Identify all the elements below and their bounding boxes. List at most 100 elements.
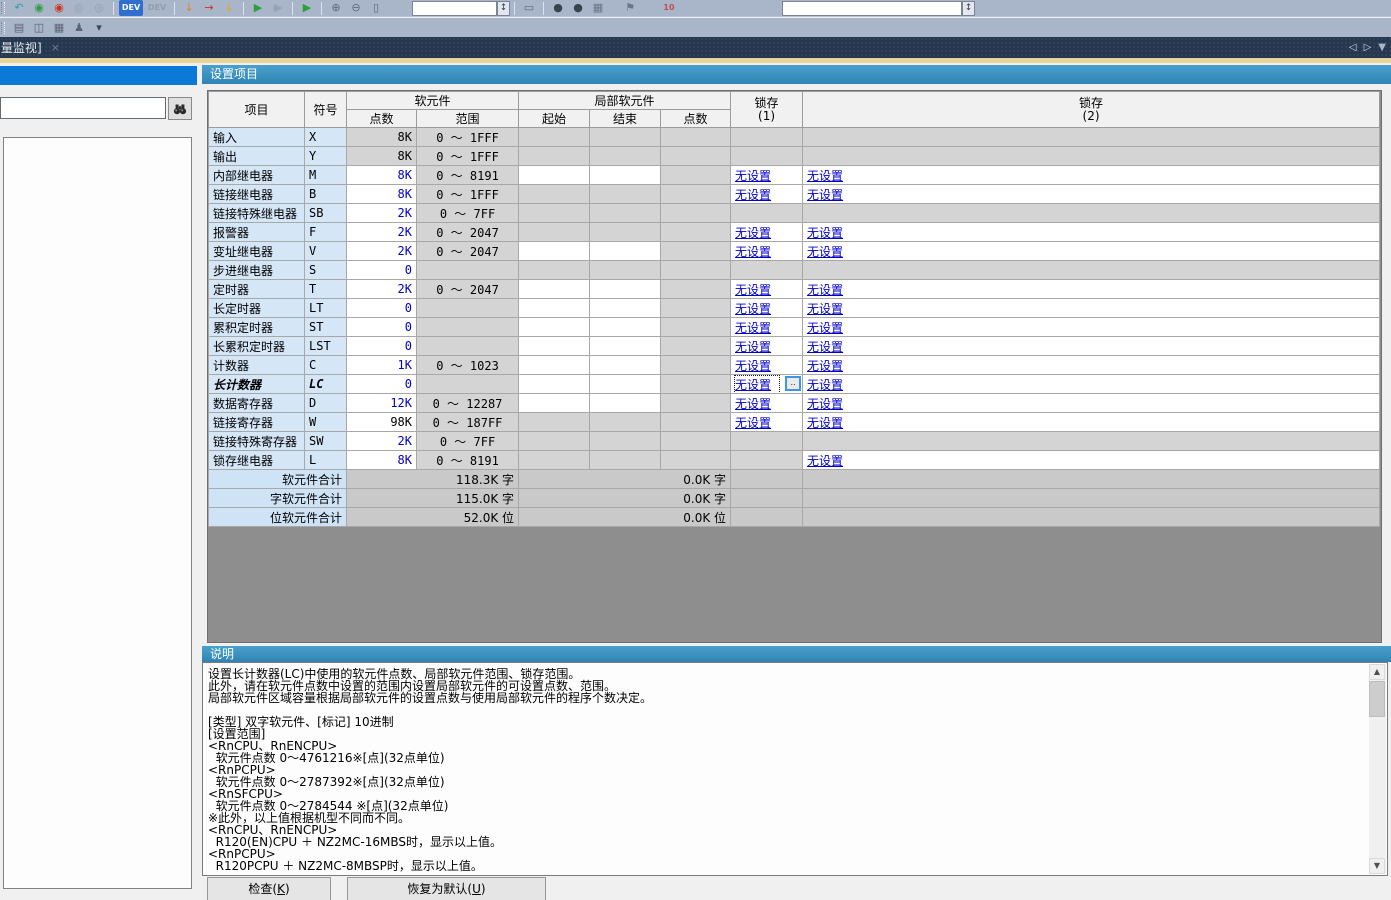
item-cell[interactable]: 变址继电器 xyxy=(209,242,305,261)
scrollbar-up-icon[interactable]: ▲ xyxy=(1369,664,1385,680)
scrollbar-thumb[interactable] xyxy=(1369,681,1385,717)
item-cell[interactable]: 累积定时器 xyxy=(209,318,305,337)
monitor-status-2-icon[interactable]: ● xyxy=(569,0,587,16)
undo-arrow-icon[interactable]: ↶ xyxy=(10,0,28,16)
points-cell[interactable]: 2K xyxy=(347,242,417,261)
latch1-cell[interactable]: 无设置 xyxy=(731,166,803,185)
points-cell[interactable]: 0 xyxy=(347,318,417,337)
comment-grid-icon[interactable]: ▦ xyxy=(589,0,607,16)
toolbar-grip[interactable] xyxy=(1,2,5,14)
latch1-no-setting-link[interactable]: 无设置 xyxy=(735,340,771,354)
local-start-cell[interactable] xyxy=(519,337,590,356)
device-memory-icon[interactable]: ◫ xyxy=(30,20,48,36)
latch1-no-setting-link[interactable]: 无设置 xyxy=(735,188,771,202)
local-start-cell[interactable] xyxy=(519,242,590,261)
points-cell[interactable]: 0 xyxy=(347,375,417,394)
device-label-off-icon[interactable]: DEV xyxy=(145,0,169,16)
points-cell[interactable]: 8K xyxy=(347,166,417,185)
latch2-no-setting-link[interactable]: 无设置 xyxy=(807,340,843,354)
local-start-cell[interactable] xyxy=(519,394,590,413)
local-start-cell[interactable] xyxy=(519,299,590,318)
latch2-no-setting-link[interactable]: 无设置 xyxy=(807,416,843,430)
tab-device-monitor[interactable]: 量监视] xyxy=(1,39,42,56)
points-cell[interactable]: 0 xyxy=(347,261,417,280)
latch2-cell[interactable]: 无设置 xyxy=(803,356,1380,375)
latch2-no-setting-link[interactable]: 无设置 xyxy=(807,378,843,392)
watch-window-icon[interactable]: ▤ xyxy=(10,20,28,36)
item-cell[interactable]: 链接特殊寄存器 xyxy=(209,432,305,451)
points-cell[interactable]: 2K xyxy=(347,432,417,451)
latch1-no-setting-link[interactable]: 无设置 xyxy=(735,397,771,411)
local-end-cell[interactable] xyxy=(590,375,661,394)
latch1-cell[interactable]: 无设置 xyxy=(731,185,803,204)
points-cell[interactable]: 2K xyxy=(347,280,417,299)
zoom-level-combobox[interactable] xyxy=(412,1,497,16)
number-format-icon[interactable]: 10 xyxy=(657,0,681,16)
flag-icon[interactable]: ⚑ xyxy=(621,0,639,16)
latch1-cell[interactable]: 无设置 xyxy=(731,318,803,337)
symbol-cell[interactable]: LT xyxy=(305,299,347,318)
latch2-no-setting-link[interactable]: 无设置 xyxy=(807,188,843,202)
latch2-cell[interactable]: 无设置 xyxy=(803,242,1380,261)
search-button[interactable] xyxy=(168,97,192,120)
latch-setting-browse-button[interactable]: .. xyxy=(785,376,801,391)
points-cell[interactable]: 8K xyxy=(347,185,417,204)
item-cell[interactable]: 数据寄存器 xyxy=(209,394,305,413)
points-cell[interactable]: 2K xyxy=(347,204,417,223)
symbol-cell[interactable]: D xyxy=(305,394,347,413)
latch1-cell[interactable]: 无设置.. xyxy=(731,375,803,394)
list-view-icon[interactable]: ▦ xyxy=(50,20,68,36)
symbol-cell[interactable]: ST xyxy=(305,318,347,337)
symbol-cell[interactable]: L xyxy=(305,451,347,470)
symbol-cell[interactable]: W xyxy=(305,413,347,432)
latch2-no-setting-link[interactable]: 无设置 xyxy=(807,226,843,240)
symbol-cell[interactable]: X xyxy=(305,128,347,147)
symbol-cell[interactable]: T xyxy=(305,280,347,299)
latch1-cell[interactable]: 无设置 xyxy=(731,337,803,356)
toolbar-overflow-icon[interactable]: ▾ xyxy=(90,20,108,36)
symbol-cell[interactable]: C xyxy=(305,356,347,375)
item-cell[interactable]: 输出 xyxy=(209,147,305,166)
points-cell[interactable]: 1K xyxy=(347,356,417,375)
latch1-no-setting-link[interactable]: 无设置 xyxy=(735,416,771,430)
latch2-cell[interactable]: 无设置 xyxy=(803,337,1380,356)
label-editor-icon[interactable]: ♟ xyxy=(70,20,88,36)
latch2-no-setting-link[interactable]: 无设置 xyxy=(807,454,843,468)
latch2-no-setting-link[interactable]: 无设置 xyxy=(807,169,843,183)
search-input[interactable] xyxy=(0,97,166,119)
tab-scroll-right-icon[interactable]: ▷ xyxy=(1364,42,1372,53)
local-end-cell[interactable] xyxy=(590,299,661,318)
latch2-cell[interactable]: 无设置 xyxy=(803,280,1380,299)
local-end-cell[interactable] xyxy=(590,356,661,375)
item-cell[interactable]: 步进继电器 xyxy=(209,261,305,280)
latch1-cell[interactable]: 无设置 xyxy=(731,223,803,242)
symbol-cell[interactable]: LST xyxy=(305,337,347,356)
tab-scroll-left-icon[interactable]: ◁ xyxy=(1349,42,1357,53)
find-previous-icon[interactable]: ◎ xyxy=(70,0,88,16)
item-cell[interactable]: 链接寄存器 xyxy=(209,413,305,432)
zoom-combobox-spinner[interactable]: ↕ xyxy=(497,1,510,16)
points-cell[interactable]: 0 xyxy=(347,299,417,318)
read-from-plc-icon[interactable]: → xyxy=(200,0,218,16)
local-end-cell[interactable] xyxy=(590,242,661,261)
find-device-green-icon[interactable]: ◉ xyxy=(30,0,48,16)
latch2-cell[interactable]: 无设置 xyxy=(803,451,1380,470)
latch2-cell[interactable]: 无设置 xyxy=(803,318,1380,337)
latch1-no-setting-link[interactable]: 无设置 xyxy=(735,226,771,240)
points-cell[interactable]: 12K xyxy=(347,394,417,413)
new-window-icon[interactable]: ▭ xyxy=(520,0,538,16)
verify-with-plc-icon[interactable]: ↓ xyxy=(220,0,238,16)
latch1-no-setting-link[interactable]: 无设置 xyxy=(735,321,771,335)
latch2-no-setting-link[interactable]: 无设置 xyxy=(807,321,843,335)
fit-page-icon[interactable]: ▯ xyxy=(367,0,385,16)
local-start-cell[interactable] xyxy=(519,280,590,299)
latch1-cell[interactable]: 无设置 xyxy=(731,356,803,375)
points-cell[interactable]: 2K xyxy=(347,223,417,242)
points-cell[interactable]: 0 xyxy=(347,337,417,356)
symbol-cell[interactable]: F xyxy=(305,223,347,242)
zoom-in-icon[interactable]: ⊕ xyxy=(327,0,345,16)
symbol-cell[interactable]: SW xyxy=(305,432,347,451)
item-cell[interactable]: 长定时器 xyxy=(209,299,305,318)
simulation-step-icon[interactable]: ▶ xyxy=(298,0,316,16)
local-start-cell[interactable] xyxy=(519,356,590,375)
